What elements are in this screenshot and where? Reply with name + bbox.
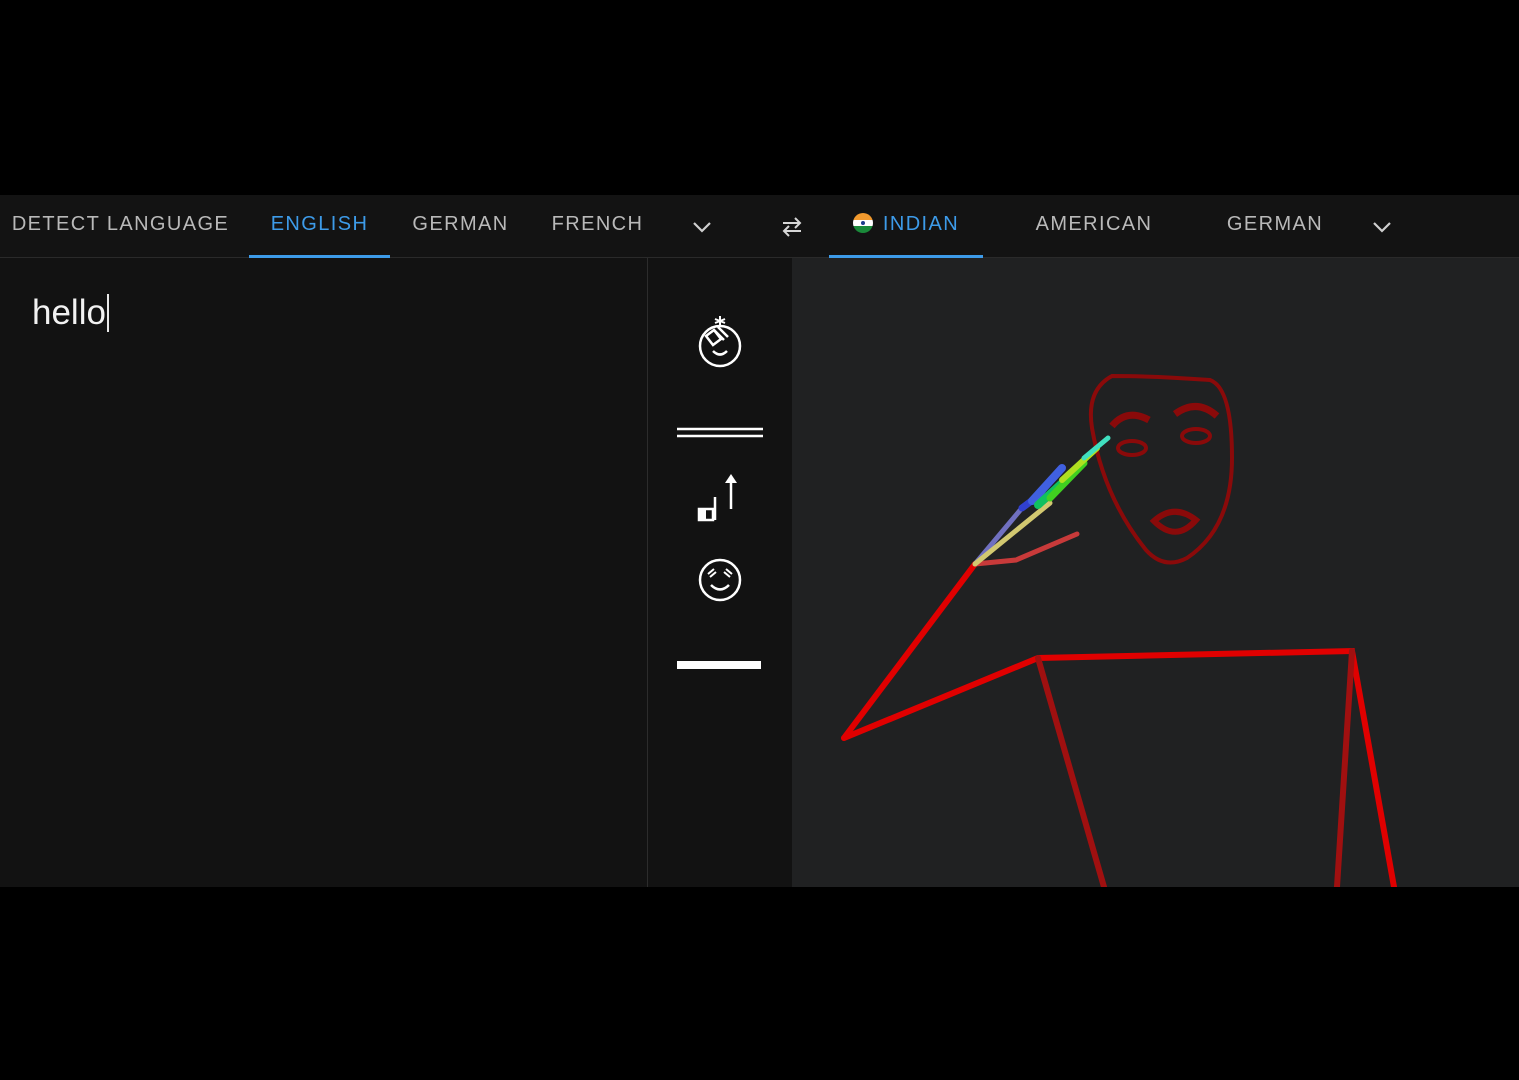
source-more-languages-button[interactable] bbox=[682, 195, 722, 258]
tab-detect-language[interactable]: DETECT LANGUAGE bbox=[0, 195, 241, 258]
sign-avatar-output bbox=[792, 258, 1519, 887]
avatar-body bbox=[841, 561, 1397, 887]
bar-sign-icon bbox=[648, 659, 792, 671]
tab-source-german[interactable]: GERMAN bbox=[398, 195, 523, 258]
tab-target-indian[interactable]: INDIAN bbox=[829, 195, 983, 258]
avatar-hand bbox=[972, 435, 1111, 567]
tab-source-french[interactable]: FRENCH bbox=[535, 195, 660, 258]
language-tab-bar: DETECT LANGUAGE ENGLISH GERMAN FRENCH IN… bbox=[0, 195, 1519, 258]
tab-source-english[interactable]: ENGLISH bbox=[249, 195, 390, 258]
double-line-sign-icon bbox=[648, 426, 792, 440]
text-caret bbox=[106, 294, 109, 332]
source-text-value: hello bbox=[32, 293, 106, 332]
face-hand-sign-icon bbox=[648, 313, 792, 373]
source-text-area[interactable]: hello bbox=[0, 258, 648, 887]
avatar-face bbox=[1089, 373, 1235, 565]
translator-app: DETECT LANGUAGE ENGLISH GERMAN FRENCH IN… bbox=[0, 195, 1519, 887]
india-flag-icon bbox=[852, 213, 873, 233]
smiling-face-sign-icon bbox=[648, 555, 792, 605]
stick-figure-avatar bbox=[841, 373, 1397, 887]
chevron-down-icon bbox=[693, 221, 711, 233]
sign-notation-panel bbox=[648, 258, 792, 887]
tab-target-german[interactable]: GERMAN bbox=[1198, 195, 1352, 258]
tab-target-indian-label: INDIAN bbox=[882, 213, 960, 235]
target-more-languages-button[interactable] bbox=[1362, 195, 1402, 258]
hand-up-arrow-sign-icon bbox=[648, 471, 792, 527]
chevron-down-icon bbox=[1373, 221, 1391, 233]
swap-arrows-icon bbox=[782, 216, 802, 237]
tab-target-american[interactable]: AMERICAN bbox=[1017, 195, 1171, 258]
swap-languages-button[interactable] bbox=[772, 195, 812, 258]
source-text-input[interactable]: hello bbox=[32, 293, 109, 333]
